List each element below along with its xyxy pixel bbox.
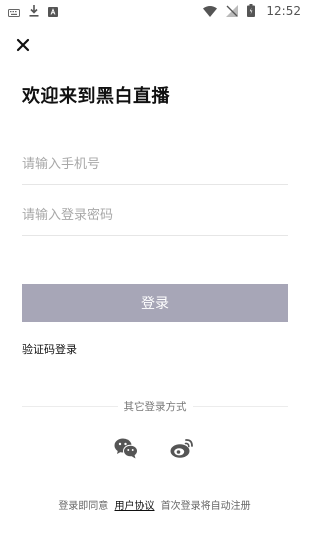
weibo-login-button[interactable] bbox=[170, 437, 194, 459]
divider-line-left bbox=[22, 405, 118, 407]
user-agreement-link[interactable]: 用户协议 bbox=[115, 501, 155, 512]
agreement-suffix: 首次登录将自动注册 bbox=[160, 501, 251, 512]
other-login-label: 其它登录方式 bbox=[123, 400, 187, 413]
wechat-login-button[interactable] bbox=[114, 437, 138, 459]
wechat-icon[interactable] bbox=[114, 438, 138, 463]
no-signal-icon bbox=[226, 2, 239, 21]
password-input[interactable] bbox=[22, 196, 288, 235]
status-bar: 12:52 bbox=[0, 0, 309, 22]
weibo-icon[interactable] bbox=[170, 439, 194, 463]
sms-login-link[interactable]: 验证码登录 bbox=[22, 341, 77, 357]
agreement-text: 登录即同意 用户协议 首次登录将自动注册 bbox=[0, 497, 309, 512]
login-button[interactable]: 登录 bbox=[22, 284, 288, 322]
notification-app-icon bbox=[48, 2, 58, 21]
wifi-icon bbox=[203, 2, 218, 21]
password-field bbox=[22, 196, 288, 236]
phone-input[interactable] bbox=[22, 145, 288, 184]
other-login-divider: 其它登录方式 bbox=[22, 399, 288, 413]
divider-line-right bbox=[192, 405, 288, 407]
welcome-title: 欢迎来到黑白直播 bbox=[22, 86, 170, 107]
status-time: 12:52 bbox=[266, 4, 301, 18]
agreement-prefix: 登录即同意 bbox=[58, 501, 109, 512]
download-icon bbox=[29, 2, 39, 21]
phone-field bbox=[22, 145, 288, 185]
status-bar-left bbox=[8, 2, 58, 21]
close-icon[interactable] bbox=[15, 38, 31, 57]
keyboard-icon bbox=[8, 2, 20, 21]
battery-icon bbox=[247, 2, 256, 21]
close-button[interactable] bbox=[15, 37, 31, 53]
status-bar-right: 12:52 bbox=[203, 2, 301, 21]
